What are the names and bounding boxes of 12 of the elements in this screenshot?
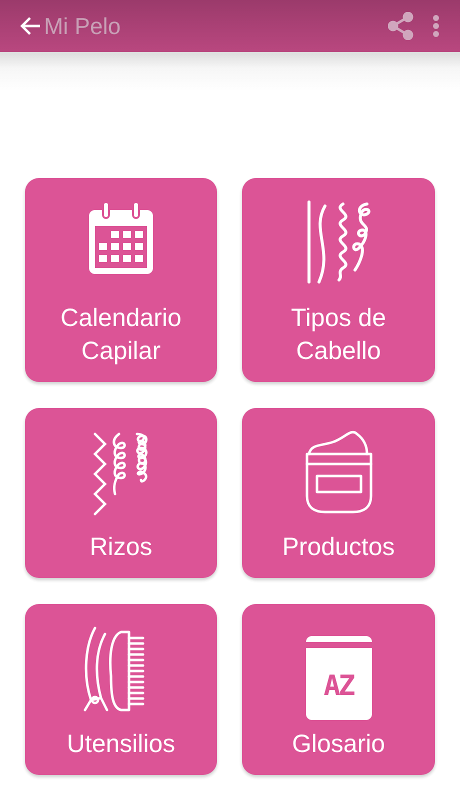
share-button[interactable]	[386, 10, 416, 42]
back-arrow-icon[interactable]	[20, 16, 42, 36]
menu-tile[interactable]: AZ Glosario	[242, 604, 435, 775]
more-options-button[interactable]	[430, 12, 442, 40]
menu-tile[interactable]: Tipos de Cabello	[242, 178, 435, 382]
menu-tile[interactable]: Productos	[242, 408, 435, 578]
menu-tile[interactable]: Rizos	[25, 408, 217, 578]
calendar-icon	[87, 200, 155, 276]
icon-letters: AZ	[324, 668, 354, 702]
menu-tile[interactable]: Calendario Capilar	[25, 178, 217, 382]
app-title: Mi Pelo	[44, 12, 122, 40]
menu-tile[interactable]: Utensilios	[25, 604, 217, 775]
